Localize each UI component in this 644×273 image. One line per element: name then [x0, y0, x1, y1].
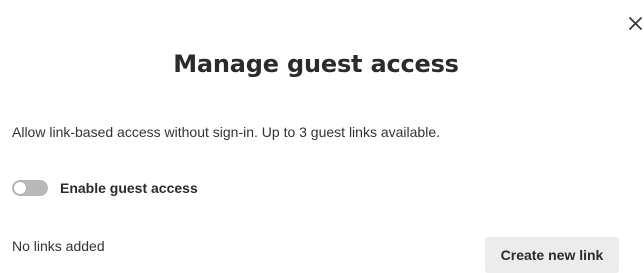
toggle-knob	[14, 182, 26, 194]
create-new-link-button[interactable]: Create new link	[485, 237, 619, 273]
manage-guest-access-dialog: Manage guest access Allow link-based acc…	[0, 0, 644, 273]
dialog-title: Manage guest access	[173, 50, 459, 78]
enable-guest-access-label: Enable guest access	[60, 180, 198, 196]
close-button[interactable]	[624, 10, 644, 36]
links-status-text: No links added	[12, 238, 105, 254]
enable-guest-access-toggle[interactable]	[12, 180, 48, 196]
guest-access-toggle-row: Enable guest access	[12, 180, 198, 196]
close-icon	[629, 17, 642, 30]
dialog-description: Allow link-based access without sign-in.…	[12, 124, 440, 140]
